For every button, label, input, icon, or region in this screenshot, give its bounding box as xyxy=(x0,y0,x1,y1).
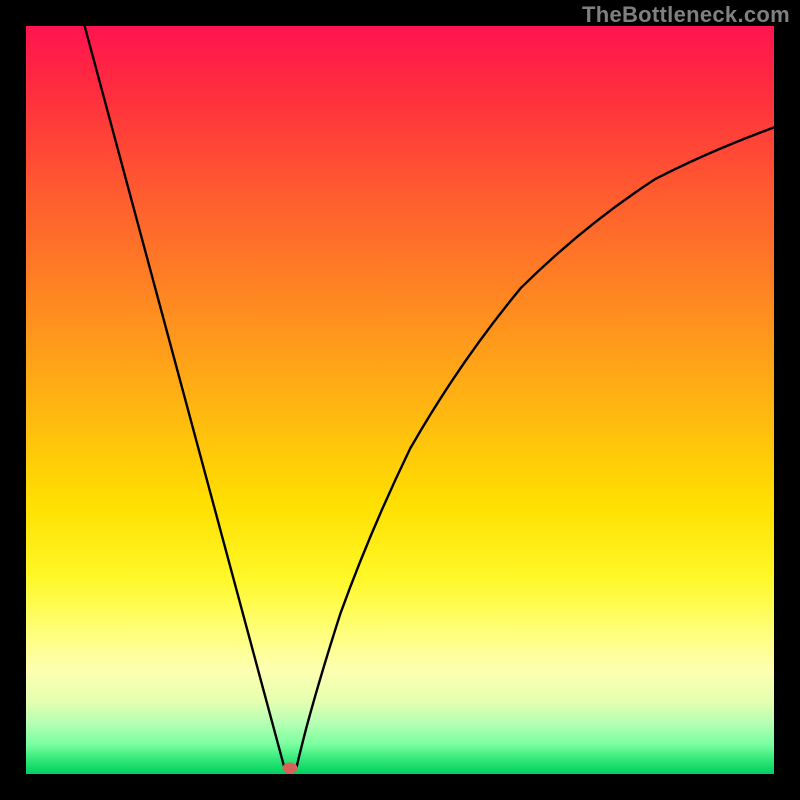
curve-left-branch xyxy=(83,21,284,767)
minimum-marker xyxy=(283,762,298,773)
curve-svg xyxy=(26,26,774,774)
plot-area xyxy=(26,26,774,774)
chart-frame: TheBottleneck.com xyxy=(0,0,800,800)
watermark-text: TheBottleneck.com xyxy=(582,2,790,28)
curve-right-branch xyxy=(297,126,778,767)
